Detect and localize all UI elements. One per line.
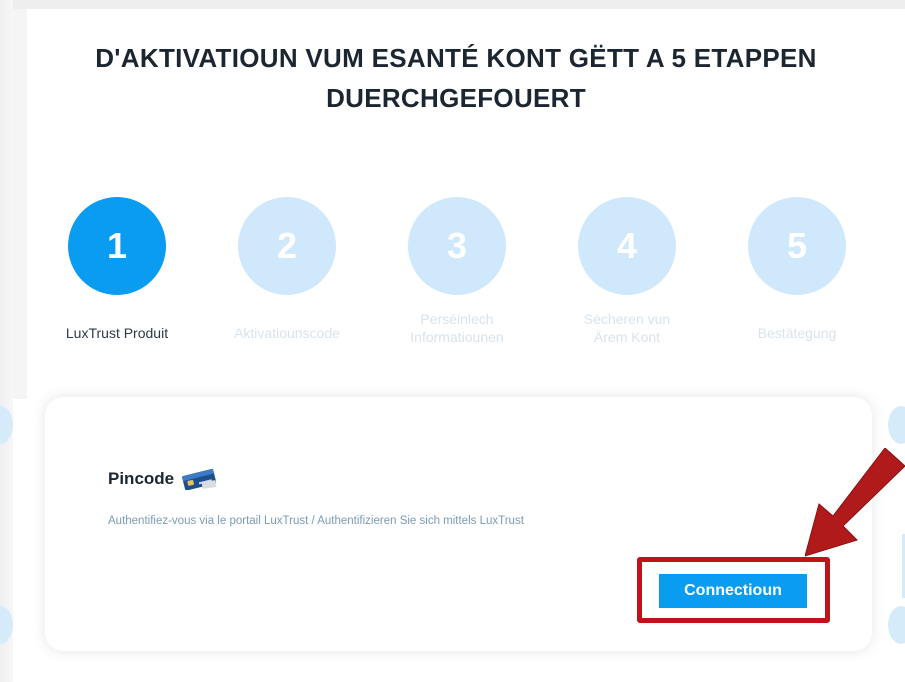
step-3: 3 Perséinlech Informatiounen	[387, 197, 527, 346]
step-2-circle: 2	[238, 197, 336, 295]
step-4: 4 Sécheren vun Ärem Kont	[557, 197, 697, 346]
step-5-label: Bestätegung	[757, 325, 837, 341]
step-1: 1 LuxTrust Produit	[47, 197, 187, 342]
step-1-label: LuxTrust Produit	[65, 325, 169, 341]
step-1-circle: 1	[68, 197, 166, 295]
smart-card-icon	[182, 468, 217, 490]
step-2-label: Aktivatiounscode	[234, 325, 340, 341]
card-description: Authentifiez-vous via le portail LuxTrus…	[108, 515, 524, 527]
decorative-dot-right-top	[888, 406, 905, 444]
step-5: 5 Bestätegung	[727, 197, 867, 342]
step-4-label: Sécheren vun Ärem Kont	[583, 311, 671, 345]
step-4-circle: 4	[578, 197, 676, 295]
card-title: Pincode	[108, 468, 220, 490]
red-arrow-icon	[805, 448, 905, 557]
page-title: D'AKTIVATIOUN VUM ESANTÉ KONT GËTT A 5 E…	[95, 43, 817, 113]
browser-frame-left	[0, 0, 13, 682]
connect-button[interactable]: Connectioun	[659, 574, 807, 608]
card-title-text: Pincode	[108, 469, 175, 488]
page-gutter	[13, 9, 27, 399]
browser-frame-top	[0, 0, 905, 9]
step-3-label: Perséinlech Informatiounen	[410, 311, 504, 345]
step-2: 2 Aktivatiounscode	[217, 197, 357, 342]
step-5-circle: 5	[748, 197, 846, 295]
decorative-dot-right-bottom	[888, 606, 905, 644]
step-3-circle: 3	[408, 197, 506, 295]
